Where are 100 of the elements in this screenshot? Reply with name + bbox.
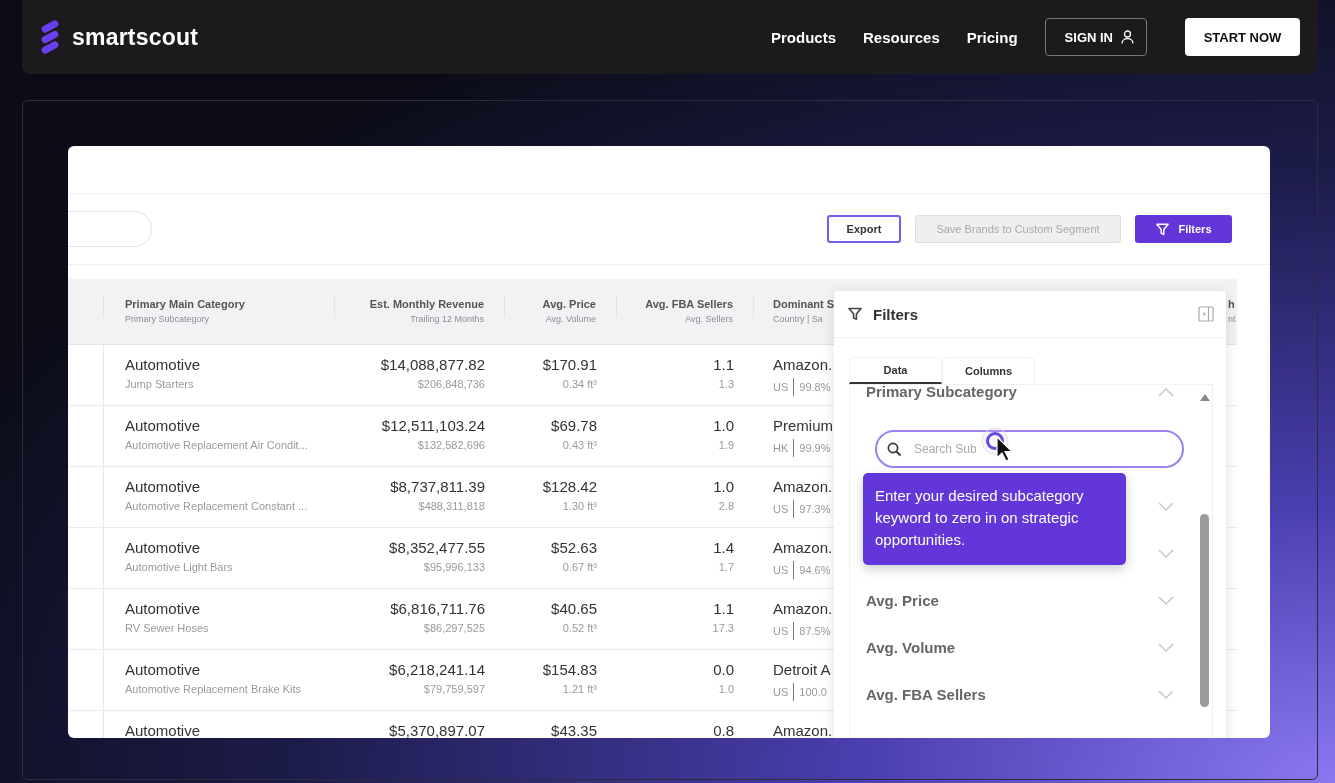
table-cell: 1.3 bbox=[718, 378, 734, 390]
table-cell: Jump Starters bbox=[125, 378, 194, 390]
table-cell: $170.91 bbox=[542, 356, 597, 373]
table-cell: $6,816,711.76 bbox=[390, 600, 485, 617]
chevron-up-icon[interactable] bbox=[1158, 386, 1174, 397]
table-cell: 0.67 ft³ bbox=[562, 561, 597, 573]
column-title[interactable]: h bbox=[1228, 298, 1235, 310]
scrollbar-thumb[interactable] bbox=[1200, 514, 1209, 707]
share-value: 87.5% bbox=[799, 625, 831, 637]
country-code: US bbox=[773, 564, 789, 576]
table-cell: 1.4 bbox=[713, 539, 734, 556]
country-code: HK bbox=[773, 442, 789, 454]
logo-icon bbox=[40, 20, 60, 54]
table-cell: 2.8 bbox=[718, 500, 734, 512]
table-cell: $8,352,477.55 bbox=[389, 539, 485, 556]
table-cell: 0.43 ft³ bbox=[562, 439, 597, 451]
table-cell: $206,848,736 bbox=[417, 378, 485, 390]
table-cell: Amazon. bbox=[773, 356, 833, 373]
collapse-panel-icon[interactable] bbox=[1198, 306, 1214, 322]
nav-link[interactable]: Pricing bbox=[966, 28, 1018, 46]
table-cell: Detroit A bbox=[773, 661, 831, 678]
table-cell: Automotive bbox=[125, 478, 201, 495]
share-value: 99.9% bbox=[799, 442, 831, 454]
sign-in-button[interactable]: SIGN IN bbox=[1044, 18, 1147, 56]
column-title[interactable]: Primary Main Category bbox=[125, 298, 245, 310]
filter-icon bbox=[847, 306, 863, 322]
table-cell: Automotive bbox=[125, 539, 201, 556]
table-cell: 1.0 bbox=[713, 417, 734, 434]
table-cell: $52.63 bbox=[551, 539, 597, 556]
table-cell: $132,582,696 bbox=[417, 439, 485, 451]
toolbar-button[interactable]: Export bbox=[827, 215, 901, 243]
chevron-down-icon[interactable] bbox=[1158, 689, 1174, 700]
share-value: 94.6% bbox=[799, 564, 831, 576]
tooltip: Enter your desired subcategory keyword to zero in on strategic opportunities. bbox=[863, 473, 1126, 565]
table-cell: $14,088,877.82 bbox=[380, 356, 485, 373]
table-cell: Amazon. bbox=[773, 722, 833, 738]
chevron-down-icon[interactable] bbox=[1158, 595, 1174, 606]
table-cell: 1.7 bbox=[718, 561, 734, 573]
table-cell: $43.35 bbox=[551, 722, 597, 738]
filter-icon bbox=[1155, 221, 1171, 237]
column-title[interactable]: Dominant S bbox=[773, 298, 835, 310]
panel-tab[interactable]: Data bbox=[849, 357, 942, 384]
panel-title: Filters bbox=[873, 305, 919, 323]
filter-label[interactable]: Primary Subcategory bbox=[866, 385, 1158, 400]
column-subtitle: Primary Subcategory bbox=[125, 314, 210, 324]
share-value: 99.8% bbox=[799, 381, 831, 393]
table-cell: Automotive bbox=[125, 661, 201, 678]
table-cell: $69.78 bbox=[551, 417, 597, 434]
table-cell: $5,370,897.07 bbox=[389, 722, 485, 738]
toolbar-button[interactable]: Filters bbox=[1135, 215, 1232, 243]
table-cell: $6,218,241.14 bbox=[389, 661, 485, 678]
start-now-button[interactable]: START NOW bbox=[1185, 18, 1300, 56]
table-cell: Premium bbox=[773, 417, 833, 434]
table-cell: Automotive Light Bars bbox=[125, 561, 233, 573]
table-cell: Amazon. bbox=[773, 539, 833, 556]
table-cell: $488,311,818 bbox=[418, 500, 485, 512]
table-cell: Automotive bbox=[125, 722, 201, 738]
table-cell: 1.1 bbox=[713, 600, 734, 617]
table-cell: $86,297,525 bbox=[423, 622, 485, 634]
table-cell: Amazon. bbox=[773, 600, 833, 617]
table-cell: 17.3 bbox=[712, 622, 734, 634]
column-subtitle: Avg. Sellers bbox=[685, 314, 733, 324]
search-field[interactable]: Search Sub bbox=[875, 430, 1184, 468]
table-cell: Automotive Replacement Air Condit... bbox=[125, 439, 308, 451]
country-code: US bbox=[773, 381, 789, 393]
column-subtitle: nt bbox=[1228, 314, 1236, 324]
table-cell: Automotive bbox=[125, 356, 201, 373]
column-title[interactable]: Est. Monthly Revenue bbox=[369, 298, 484, 310]
table-cell: 0.8 bbox=[713, 722, 734, 738]
nav-link[interactable]: Products bbox=[771, 28, 836, 46]
table-cell: $95,996,133 bbox=[423, 561, 485, 573]
table-cell: 0.52 ft³ bbox=[562, 622, 597, 634]
country-code: US bbox=[773, 686, 789, 698]
table-cell: Automotive Replacement Brake Kits bbox=[125, 683, 302, 695]
table-cell: 0.0 bbox=[713, 661, 734, 678]
column-title[interactable]: Avg. FBA Sellers bbox=[645, 298, 733, 310]
share-value: 100.0 bbox=[799, 686, 827, 698]
chevron-down-icon[interactable] bbox=[1158, 548, 1174, 559]
table-cell: 1.0 bbox=[713, 478, 734, 495]
filter-label[interactable]: Avg. FBA Sellers bbox=[866, 686, 1158, 703]
search-icon bbox=[887, 442, 902, 457]
table-cell: 1.0 bbox=[718, 683, 734, 695]
table-cell: 1.9 bbox=[718, 439, 734, 451]
panel-tab[interactable]: Columns bbox=[942, 357, 1035, 384]
table-cell: 0.34 ft³ bbox=[562, 378, 597, 390]
user-icon bbox=[1121, 30, 1134, 44]
filter-label[interactable]: Avg. Volume bbox=[866, 639, 1158, 656]
scroll-up-icon[interactable] bbox=[1200, 394, 1210, 401]
nav-link[interactable]: Resources bbox=[863, 28, 940, 46]
table-cell: RV Sewer Hoses bbox=[125, 622, 209, 634]
column-title[interactable]: Avg. Price bbox=[542, 298, 596, 310]
column-subtitle: Country | Sa bbox=[773, 314, 823, 324]
table-cell: 1.1 bbox=[713, 356, 734, 373]
column-subtitle: Avg. Volume bbox=[545, 314, 596, 324]
chevron-down-icon[interactable] bbox=[1158, 501, 1174, 512]
filter-label[interactable]: Avg. Price bbox=[866, 592, 1158, 609]
chevron-down-icon[interactable] bbox=[1158, 642, 1174, 653]
table-cell: Automotive bbox=[125, 600, 201, 617]
table-cell: $154.83 bbox=[542, 661, 597, 678]
brand-name[interactable]: smartscout bbox=[72, 23, 198, 51]
